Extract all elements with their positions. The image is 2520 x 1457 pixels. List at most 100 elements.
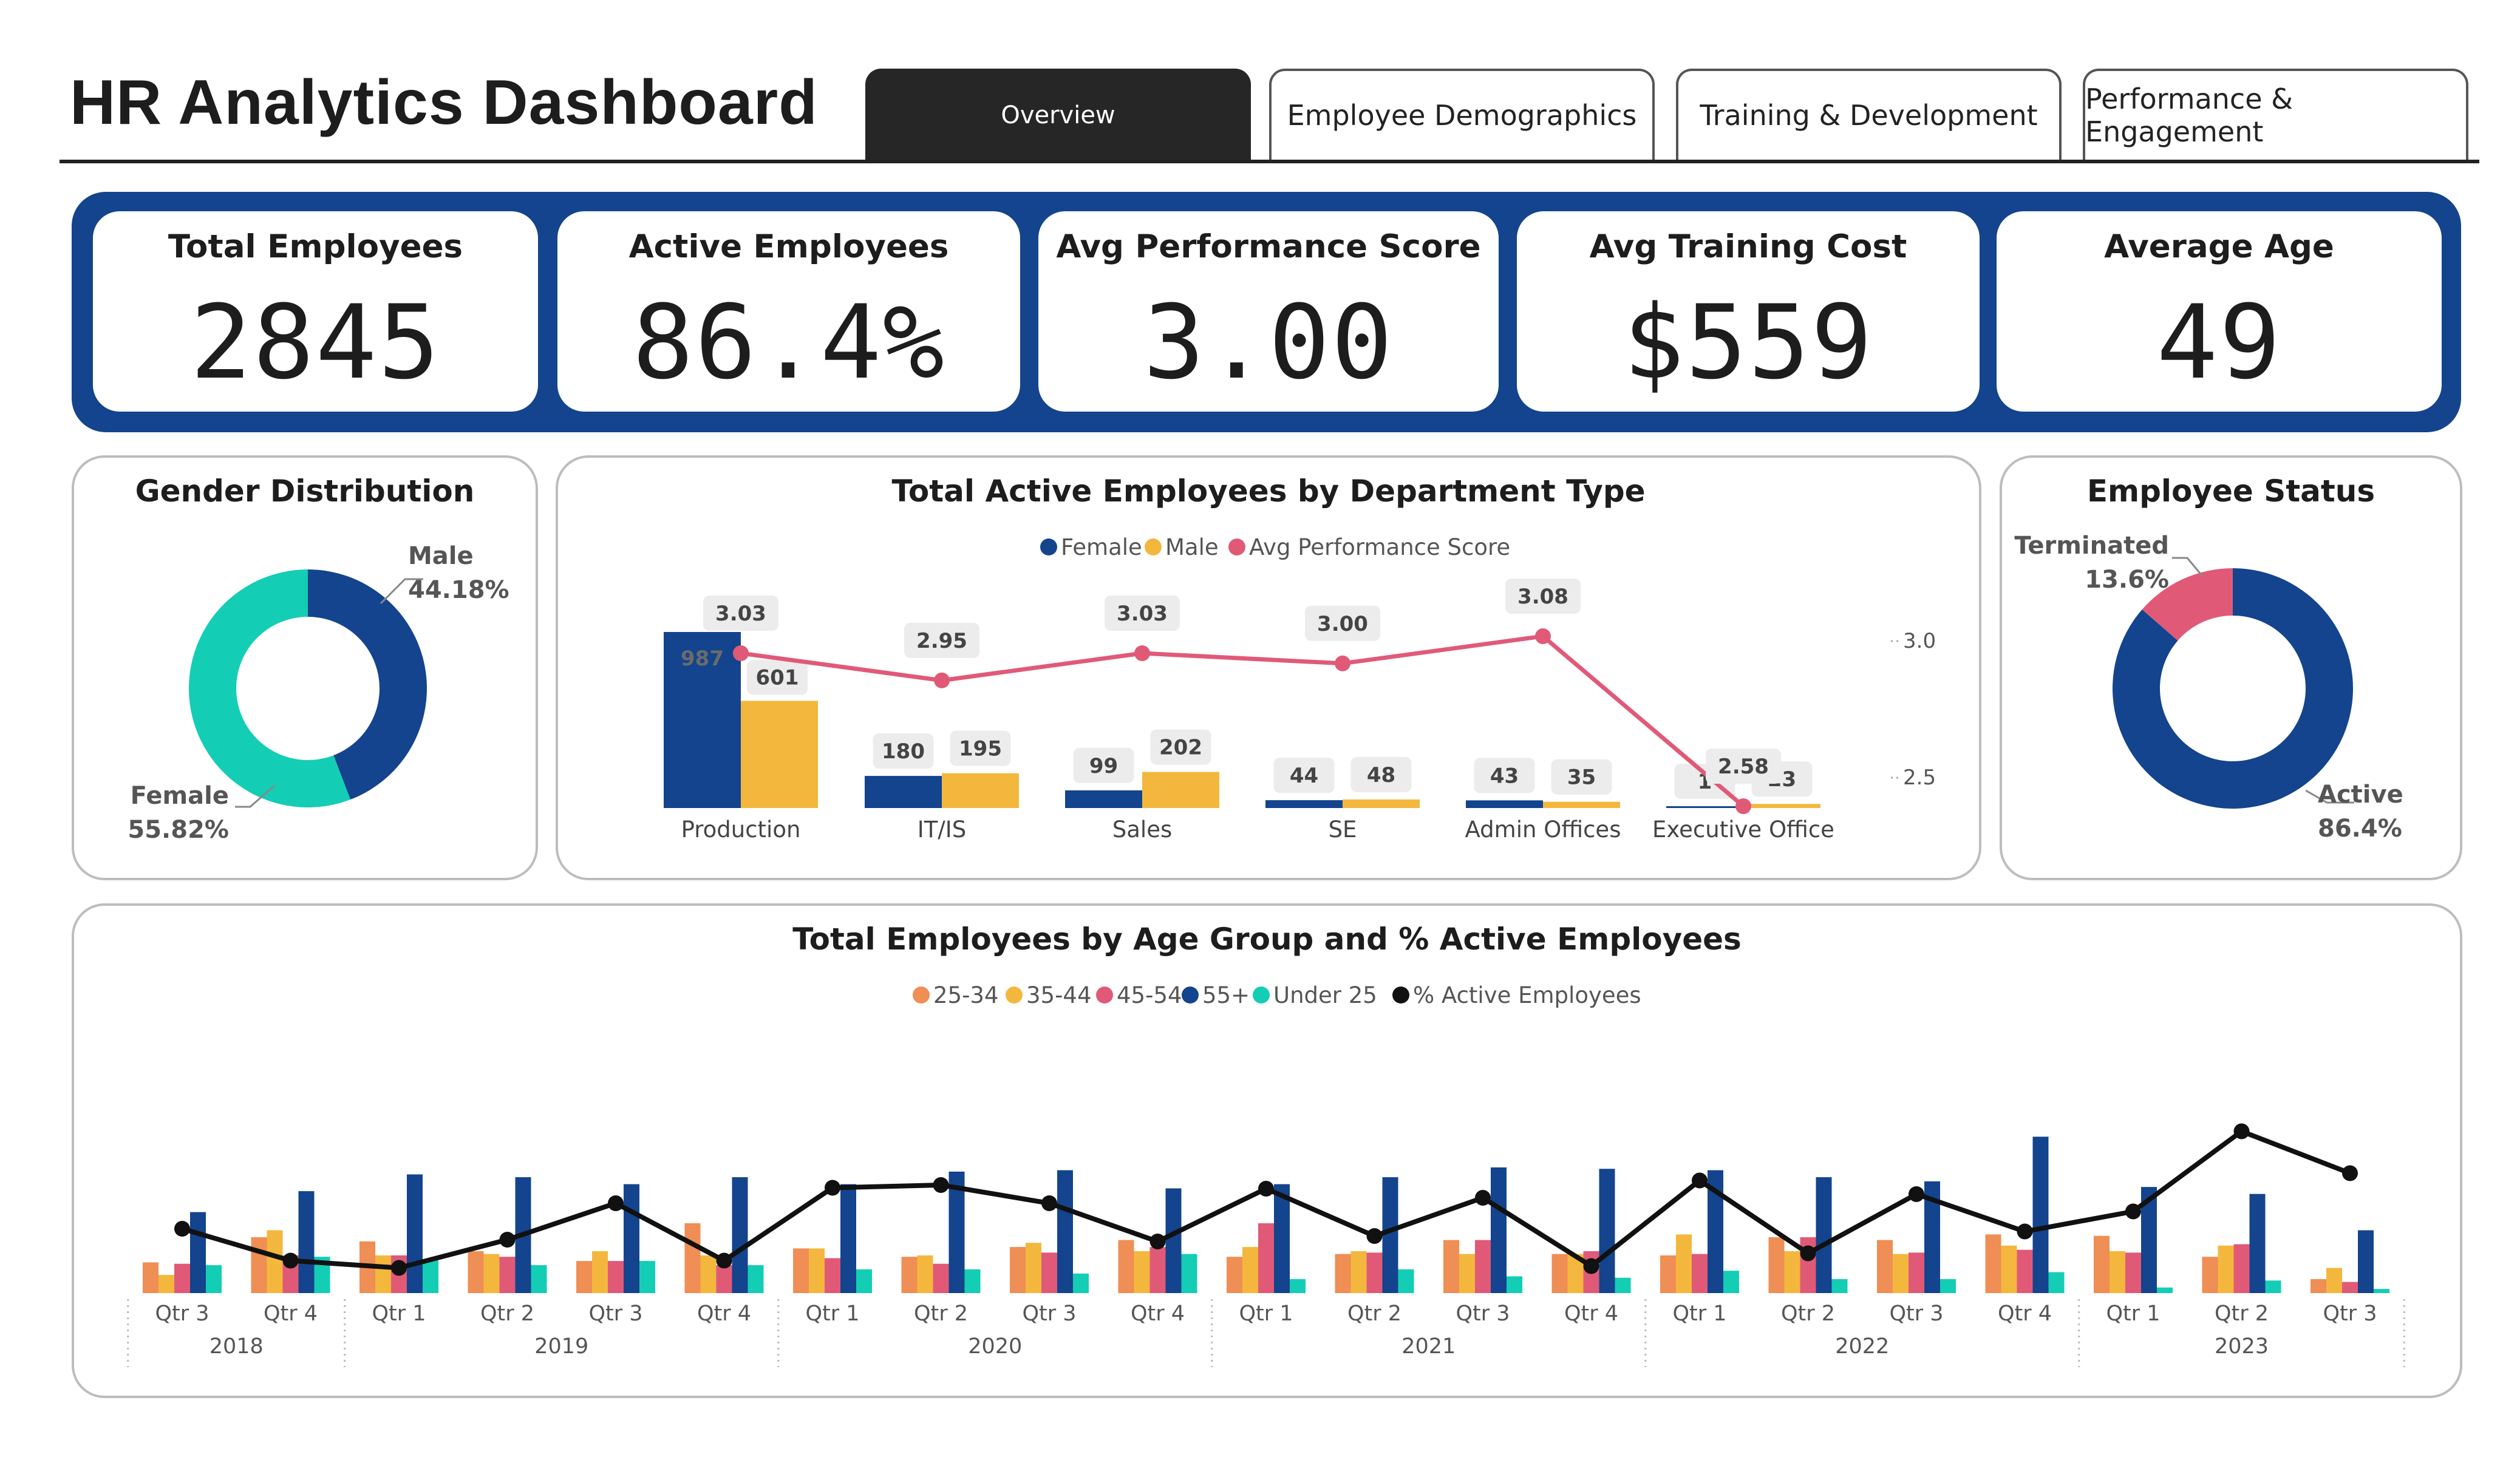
line-value-label: 3.03 xyxy=(715,602,766,626)
bar-age-25-34 xyxy=(684,1223,701,1293)
line-point xyxy=(1366,1228,1383,1244)
bar-age-25-34 xyxy=(1985,1234,2001,1293)
bar-age-35-44 xyxy=(1893,1254,1909,1293)
tab-employee-demographics[interactable]: Employee Demographics xyxy=(1269,69,1655,160)
legend-label: Under 25 xyxy=(1273,982,1377,1008)
year-label: 2023 xyxy=(2215,1334,2269,1359)
bar-age-45-54 xyxy=(1692,1254,1708,1293)
bar-age-25-34 xyxy=(1660,1255,1676,1293)
header-divider xyxy=(60,160,2479,163)
bar-age-45-54 xyxy=(1909,1252,1924,1293)
bar-age-25-34 xyxy=(143,1262,158,1293)
line-point xyxy=(1134,645,1150,661)
slice-value-label: 86.4% xyxy=(2318,815,2402,843)
bar-age-under-25 xyxy=(1615,1277,1631,1293)
bar-age-25-34 xyxy=(2311,1279,2326,1293)
bar-value-label: 202 xyxy=(1159,736,1202,760)
legend-marker xyxy=(1040,538,1057,555)
line-point xyxy=(1041,1195,1057,1211)
legend-marker xyxy=(1392,987,1409,1004)
bar-age-25-34 xyxy=(1877,1240,1893,1293)
department-chart-panel: Total Active Employees by Department Typ… xyxy=(556,455,1981,880)
bar-age-45-54 xyxy=(608,1261,624,1293)
x-tick-label: Qtr 3 xyxy=(1456,1302,1510,1326)
x-tick-label: Qtr 2 xyxy=(2215,1302,2269,1326)
legend-label: Female xyxy=(1061,534,1142,560)
bar-age-55+ xyxy=(298,1191,315,1293)
bar-age-35-44 xyxy=(809,1248,825,1293)
bar-age-35-44 xyxy=(1242,1247,1258,1293)
x-tick-label: Qtr 2 xyxy=(1347,1302,1401,1326)
legend-marker xyxy=(1096,987,1113,1004)
x-tick-label: Qtr 4 xyxy=(1131,1302,1185,1326)
bar-age-under-25 xyxy=(1181,1254,1197,1293)
line-point xyxy=(716,1252,732,1269)
line-point xyxy=(1692,1172,1708,1189)
category-label: Production xyxy=(681,817,801,843)
bar-age-under-25 xyxy=(1507,1276,1522,1293)
bar-age-55+ xyxy=(1491,1167,1507,1293)
kpi-label: Active Employees xyxy=(628,228,949,265)
x-tick-label: Qtr 1 xyxy=(372,1302,426,1326)
bar-age-35-44 xyxy=(375,1255,391,1293)
bar-age-55+ xyxy=(624,1184,639,1293)
line-point xyxy=(733,645,749,661)
bar-age-35-44 xyxy=(1350,1251,1367,1293)
line-point xyxy=(1149,1234,1166,1249)
bar-age-under-25 xyxy=(1073,1273,1089,1293)
bar-age-45-54 xyxy=(2342,1282,2358,1293)
tab-training-development[interactable]: Training & Development xyxy=(1676,69,2062,160)
category-label: Executive Office xyxy=(1652,817,1834,843)
bar-female xyxy=(1065,790,1142,808)
legend-label: 45-54 xyxy=(1117,982,1182,1008)
bar-value-label: 180 xyxy=(882,739,925,764)
age-group-chart-panel: Total Employees by Age Group and % Activ… xyxy=(72,903,2462,1398)
bar-age-25-34 xyxy=(1335,1254,1351,1293)
kpi-card-active-employees: Active Employees 86.4% xyxy=(557,211,1020,412)
x-tick-label: Qtr 3 xyxy=(1889,1302,1943,1326)
slice-label: Active xyxy=(2318,781,2403,809)
legend-label: 35-44 xyxy=(1026,982,1092,1008)
bar-age-45-54 xyxy=(716,1265,732,1293)
bar-age-45-54 xyxy=(174,1263,190,1293)
bar-age-45-54 xyxy=(1149,1247,1166,1293)
department-bar-chart: Female Male Avg Performance Score 3.0 2.5 987… xyxy=(664,534,1936,843)
x-tick-label: Qtr 3 xyxy=(155,1302,209,1326)
bar-value-label: 44 xyxy=(1290,764,1318,788)
bar-age-35-44 xyxy=(267,1230,283,1293)
x-tick-label: Qtr 1 xyxy=(805,1302,859,1326)
year-label: 2018 xyxy=(209,1334,264,1359)
bar-male xyxy=(1343,799,1420,808)
bar-male xyxy=(1142,772,1219,808)
year-label: 2021 xyxy=(1401,1334,1456,1359)
kpi-label: Average Age xyxy=(2104,228,2334,265)
x-tick-label: Qtr 4 xyxy=(697,1302,751,1326)
slice-label: Terminated xyxy=(2014,532,2169,560)
bar-age-45-54 xyxy=(2017,1249,2033,1293)
bar-value-label: 601 xyxy=(756,665,799,690)
bar-age-45-54 xyxy=(933,1263,949,1293)
x-tick-label: Qtr 2 xyxy=(480,1302,534,1326)
tab-performance-engagement[interactable]: Performance & Engagement xyxy=(2083,69,2468,160)
bar-age-25-34 xyxy=(468,1251,484,1293)
bar-male xyxy=(741,701,818,808)
bar-age-under-25 xyxy=(2374,1289,2389,1293)
bar-age-25-34 xyxy=(576,1261,592,1293)
tab-overview[interactable]: Overview xyxy=(865,69,1251,160)
bar-age-under-25 xyxy=(964,1269,981,1293)
bar-age-25-34 xyxy=(251,1237,267,1293)
kpi-label: Avg Training Cost xyxy=(1589,228,1907,265)
y2-tick-label: 2.5 xyxy=(1903,766,1936,790)
dashboard-title: HR Analytics Dashboard xyxy=(70,67,818,138)
line-value-label: 3.03 xyxy=(1117,602,1168,626)
legend-marker xyxy=(1228,538,1245,555)
bar-age-25-34 xyxy=(1443,1240,1459,1293)
category-label: Admin Offices xyxy=(1465,817,1621,843)
bar-age-35-44 xyxy=(2110,1251,2125,1293)
line-value-label: 2.58 xyxy=(1718,755,1769,779)
line-value-label: 3.08 xyxy=(1517,585,1568,609)
bar-value-label: 35 xyxy=(1567,766,1596,790)
bar-value-label: 987 xyxy=(681,647,724,671)
bar-age-35-44 xyxy=(1134,1251,1150,1293)
bar-age-under-25 xyxy=(2157,1287,2173,1293)
